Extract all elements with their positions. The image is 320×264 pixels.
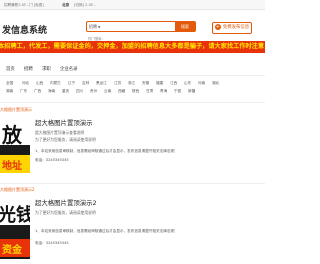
region-link[interactable]: 西藏 [118,89,125,94]
region-link[interactable]: 青海 [160,89,167,94]
region-link[interactable]: 四川 [76,89,83,94]
post-info-label: 免费发布信息 [222,25,250,30]
listing-title[interactable]: 超大格图片置顶演示 [35,118,93,127]
region-link[interactable]: 福建 [156,81,163,86]
nav-item-companies[interactable]: 企业名录 [60,66,78,72]
site-logo[interactable]: 发信息系统 [2,23,47,36]
region-link[interactable]: 甘肃 [146,89,153,94]
chevron-down-icon: ▼ [98,25,101,29]
region-link[interactable]: 安徽 [142,81,149,86]
phone-label: 电话： [35,158,46,162]
region-link[interactable]: 宁夏 [174,89,181,94]
region-link[interactable]: 江苏 [114,81,121,86]
region-link[interactable]: 湖南 [6,89,13,94]
phone-label: 电话： [35,241,46,245]
listing-thumbnail[interactable]: 放 地址 [0,115,30,173]
current-city: 北京 [62,3,70,7]
region-link[interactable]: 广东 [20,89,27,94]
region-link[interactable]: 海南 [48,89,55,94]
region-link[interactable]: 江西 [170,81,177,86]
region-link[interactable]: 云南 [104,89,111,94]
region-link[interactable]: 新疆 [188,89,195,94]
search-input[interactable] [105,23,177,30]
listing-subtitle: 超大格图片置顶演示查看说明 [35,130,85,135]
main-nav: 首页 招聘 求职 企业名录 [0,62,265,76]
listing-subtitle: 为了更好为您服务，请阅读使用说明 [35,137,96,142]
phone-number: 3245345345 [45,241,69,245]
region-link[interactable]: 全国 [6,81,13,86]
region-link[interactable]: 山东 [184,81,191,86]
list-item[interactable]: 放 地址 超大格图片置顶演示 超大格图片置顶演示查看说明 为了更好为您服务，请阅… [0,115,265,175]
divider [0,183,265,184]
region-link[interactable]: 河北 [22,81,29,86]
section-label: 大格图片置顶演示2 [0,187,35,192]
phone-number: 3245345345 [45,158,69,162]
listing-subtitle: 为了更好为您服务，请阅读使用说明 [35,210,96,215]
region-link[interactable]: 河南 [198,81,205,86]
top-bar: 招聘兼职2.0F...门 [免费] 北京 [切换] 2.0F... [0,0,265,10]
search-category-label: 招聘 [89,24,97,29]
thumbnail-text: 资金 [2,245,22,256]
switch-city-link[interactable]: [切换] 2.0F... [74,3,96,8]
topbar-left-text[interactable]: 招聘兼职2.0F...门 [免费] [4,3,44,8]
region-link[interactable]: 吉林 [82,81,89,86]
thumbnail-text: 光钱 [0,205,30,226]
search-category-select[interactable]: 招聘▼ [89,24,100,30]
warning-banner-text: 本招聘工，代发工，需要保证金的，交押金，加盟的招聘信息大多都是骗子，请大家找工作… [0,43,265,50]
region-link[interactable]: 贵州 [90,89,97,94]
nav-item-jobs[interactable]: 招聘 [24,66,33,72]
region-link[interactable]: 湖北 [212,81,219,86]
region-link[interactable]: 内蒙古 [50,81,61,86]
region-link[interactable]: 黑龙江 [96,81,107,86]
listing-phone: 电话：3245345345 [35,241,69,246]
region-link[interactable]: 山西 [36,81,43,86]
nav-item-resume[interactable]: 求职 [42,66,51,72]
listing-description: 1、本站采用信息审核制，信息需经审核通过后才会显示，发布信息请遵守相关法律法规！ [35,149,178,153]
listing-description: 1、本站采用信息审核制，信息需经审核通过后才会显示，发布信息请遵守相关法律法规！ [35,229,178,233]
region-list: 全国 河北 山西 内蒙古 辽宁 吉林 黑龙江 江苏 浙江 安徽 福建 江西 山东… [0,79,265,99]
header: 发信息系统 招聘▼ 搜索 热门搜索： + 免费发布信息 [0,10,265,41]
listing-phone: 电话：3245345345 [35,158,69,163]
region-link[interactable]: 浙江 [128,81,135,86]
divider [0,102,265,103]
thumbnail-text: 地址 [2,161,22,172]
search-button[interactable]: 搜索 [175,22,195,31]
list-item[interactable]: 光钱 资金 超大格图片置顶演示2 为了更好为您服务，请阅读使用说明 1、本站采用… [0,195,265,259]
post-info-button[interactable]: + 免费发布信息 [212,22,252,34]
region-link[interactable]: 广西 [34,89,41,94]
region-link[interactable]: 重庆 [62,89,69,94]
listing-thumbnail[interactable]: 光钱 资金 [0,195,30,259]
thumbnail-text: 放 [2,123,22,147]
region-link[interactable]: 陕西 [132,89,139,94]
region-link[interactable]: 辽宁 [68,81,75,86]
section-label: 大格图片置顶演示 [0,107,32,112]
search-bar: 招聘▼ 搜索 [86,21,196,32]
nav-item-home[interactable]: 首页 [6,66,15,72]
warning-banner: 本招聘工，代发工，需要保证金的，交押金，加盟的招聘信息大多都是骗子，请大家找工作… [0,41,265,53]
plus-icon: + [214,23,221,30]
listing-title[interactable]: 超大格图片置顶演示2 [35,198,97,207]
